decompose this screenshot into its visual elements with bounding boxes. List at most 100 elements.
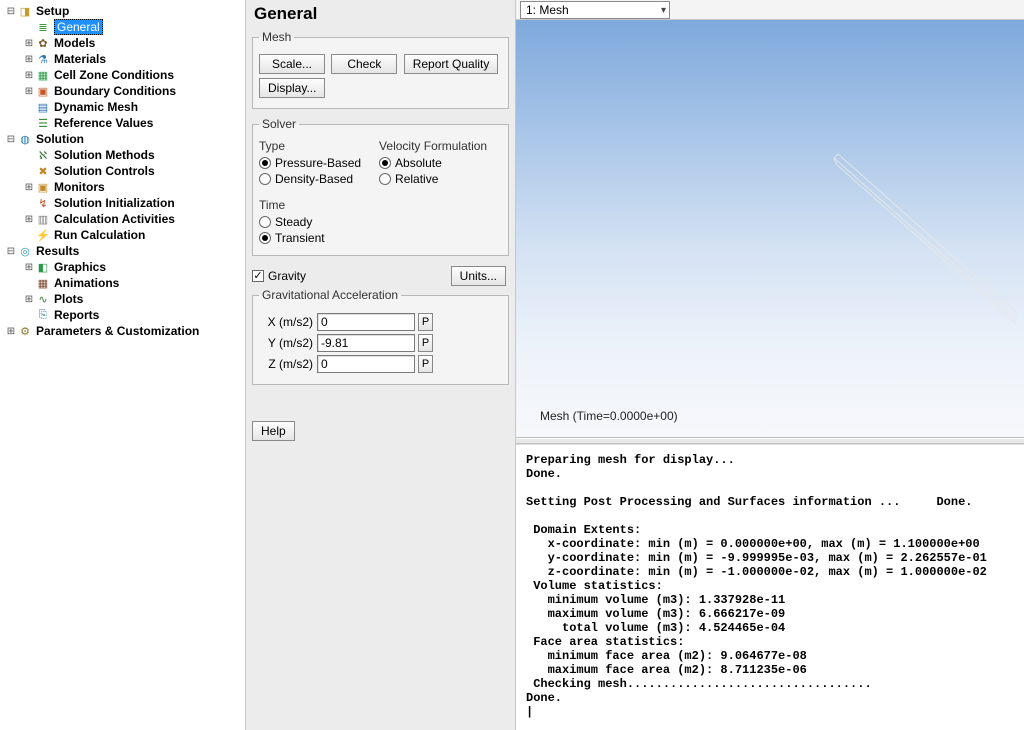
p-button[interactable]: P [418, 334, 433, 352]
tree-reports[interactable]: · ⎘ Reports [2, 307, 245, 323]
tree-refvals[interactable]: · ☰ Reference Values [2, 115, 245, 131]
tree-label: General [54, 19, 103, 35]
collapse-icon[interactable]: ⊟ [6, 246, 16, 257]
tree-materials[interactable]: ⊞ ⚗ Materials [2, 51, 245, 67]
tree-graphics[interactable]: ⊞ ◧ Graphics [2, 259, 245, 275]
init-icon: ↯ [35, 196, 51, 210]
tree-solmethods[interactable]: · ℵ Solution Methods [2, 147, 245, 163]
radio-relative[interactable]: Relative [379, 172, 487, 186]
radio-label: Steady [275, 215, 312, 229]
tree-label: Results [36, 244, 79, 258]
view-selector[interactable]: 1: Mesh ▾ [520, 1, 670, 19]
expand-icon[interactable]: ⊞ [24, 262, 34, 273]
tree-dynmesh[interactable]: · ▤ Dynamic Mesh [2, 99, 245, 115]
graphics-viewport[interactable]: Mesh (Time=0.0000e+00) [516, 20, 1024, 438]
results-icon: ◎ [17, 244, 33, 258]
tree-bc[interactable]: ⊞ ▣ Boundary Conditions [2, 83, 245, 99]
expand-icon[interactable]: ⊞ [24, 86, 34, 97]
report-quality-button[interactable]: Report Quality [404, 54, 499, 74]
p-button[interactable]: P [418, 313, 433, 331]
gravaccel-group: Gravitational Acceleration X (m/s2) P Y … [252, 288, 509, 385]
tree-params[interactable]: ⊞ ⚙ Parameters & Customization [2, 323, 245, 339]
tree-label: Cell Zone Conditions [54, 68, 174, 82]
tree-label: Run Calculation [54, 228, 145, 242]
tree-monitors[interactable]: ⊞ ▣ Monitors [2, 179, 245, 195]
collapse-icon[interactable]: ⊟ [6, 6, 16, 17]
radio-label: Pressure-Based [275, 156, 361, 170]
radio-density-based[interactable]: Density-Based [259, 172, 361, 186]
boundary-icon: ▣ [35, 84, 51, 98]
tree-label: Solution [36, 132, 84, 146]
tree-models[interactable]: ⊞ ✿ Models [2, 35, 245, 51]
radio-icon [259, 157, 271, 169]
radio-absolute[interactable]: Absolute [379, 156, 487, 170]
units-button[interactable]: Units... [451, 266, 506, 286]
gear-icon: ✿ [35, 36, 51, 50]
radio-label: Absolute [395, 156, 442, 170]
expand-icon[interactable]: ⊞ [24, 38, 34, 49]
tree-label: Materials [54, 52, 106, 66]
radio-label: Relative [395, 172, 438, 186]
gravaccel-legend: Gravitational Acceleration [259, 288, 401, 302]
gx-label: X (m/s2) [259, 315, 317, 329]
gz-input[interactable] [317, 355, 415, 373]
solver-legend: Solver [259, 117, 299, 131]
grid-icon: ▦ [35, 68, 51, 82]
text-console[interactable]: Preparing mesh for display... Done. Sett… [516, 444, 1024, 730]
tree-solinit[interactable]: · ↯ Solution Initialization [2, 195, 245, 211]
run-icon: ⚡ [35, 228, 51, 242]
monitor-icon: ▣ [35, 180, 51, 194]
cube-icon: ◍ [17, 132, 33, 146]
mesh-legend: Mesh [259, 30, 294, 44]
tree-plots[interactable]: ⊞ ∿ Plots [2, 291, 245, 307]
calc-icon: ▥ [35, 212, 51, 226]
tree-label: Models [54, 36, 95, 50]
tree-solution[interactable]: ⊟ ◍ Solution [2, 131, 245, 147]
tree-animations[interactable]: · ▦ Animations [2, 275, 245, 291]
tree-results[interactable]: ⊟ ◎ Results [2, 243, 245, 259]
methods-icon: ℵ [35, 148, 51, 162]
tree-label: Solution Controls [54, 164, 155, 178]
expand-icon[interactable]: ⊞ [24, 54, 34, 65]
tree-calcact[interactable]: ⊞ ▥ Calculation Activities [2, 211, 245, 227]
expand-icon[interactable]: ⊞ [24, 214, 34, 225]
viewport-caption: Mesh (Time=0.0000e+00) [540, 409, 678, 423]
gravity-checkbox[interactable]: Gravity [252, 269, 306, 283]
viewport-header: 1: Mesh ▾ [516, 0, 1024, 20]
radio-transient[interactable]: Transient [259, 231, 502, 245]
checkbox-icon [252, 270, 264, 282]
time-header: Time [259, 198, 502, 212]
display-button[interactable]: Display... [259, 78, 325, 98]
tree-setup[interactable]: ⊟ ◨ Setup [2, 3, 245, 19]
tree-runcalc[interactable]: · ⚡ Run Calculation [2, 227, 245, 243]
scale-button[interactable]: Scale... [259, 54, 325, 74]
params-icon: ⚙ [17, 324, 33, 338]
collapse-icon[interactable]: ⊟ [6, 134, 16, 145]
gy-input[interactable] [317, 334, 415, 352]
tree-label: Solution Initialization [54, 196, 175, 210]
film-icon: ▦ [35, 276, 51, 290]
gy-label: Y (m/s2) [259, 336, 317, 350]
gravity-label: Gravity [268, 269, 306, 283]
list-icon: ☰ [35, 116, 51, 130]
expand-icon[interactable]: ⊞ [24, 182, 34, 193]
help-button[interactable]: Help [252, 421, 295, 441]
expand-icon[interactable]: ⊞ [24, 294, 34, 305]
gx-input[interactable] [317, 313, 415, 331]
p-button[interactable]: P [418, 355, 433, 373]
controls-icon: ✖ [35, 164, 51, 178]
outline-tree[interactable]: ⊟ ◨ Setup · ≣ General ⊞ ✿ Models ⊞ ⚗ Mat… [0, 0, 246, 730]
panel-title: General [254, 4, 509, 24]
radio-icon [379, 173, 391, 185]
check-button[interactable]: Check [331, 54, 397, 74]
tree-cellzone[interactable]: ⊞ ▦ Cell Zone Conditions [2, 67, 245, 83]
tree-label: Plots [54, 292, 83, 306]
tree-solcontrols[interactable]: · ✖ Solution Controls [2, 163, 245, 179]
expand-icon[interactable]: ⊞ [24, 70, 34, 81]
expand-icon[interactable]: ⊞ [6, 326, 16, 337]
radio-steady[interactable]: Steady [259, 215, 502, 229]
tree-general[interactable]: · ≣ General [2, 19, 245, 35]
radio-pressure-based[interactable]: Pressure-Based [259, 156, 361, 170]
mesh-wireframe [824, 148, 1024, 348]
tree-label: Dynamic Mesh [54, 100, 138, 114]
